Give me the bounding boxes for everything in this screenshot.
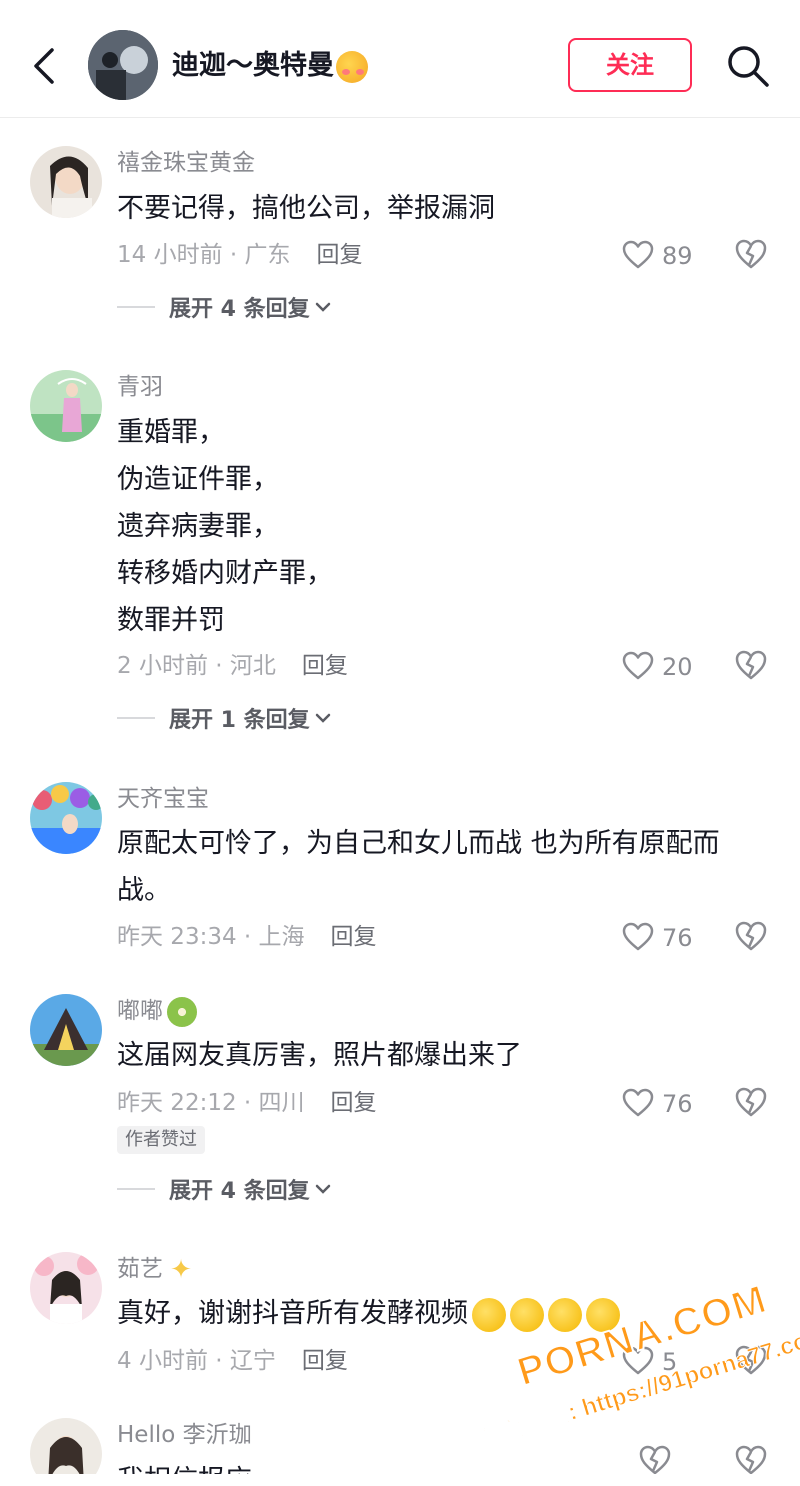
broken-heart-icon bbox=[639, 1445, 671, 1475]
heart-outline-icon bbox=[622, 1346, 654, 1375]
time-location: 14 小时前 · 广东 bbox=[117, 242, 291, 268]
time-location: 2 小时前 · 河北 bbox=[117, 653, 276, 679]
smiling-face-with-hearts-icon bbox=[336, 50, 368, 83]
bottom-edge bbox=[0, 1474, 800, 1486]
comment-text: 这届网友真厉害，照片都爆出来了 bbox=[117, 1040, 522, 1071]
sparkles-icon: ✦ bbox=[170, 1254, 192, 1285]
dislike-button[interactable] bbox=[734, 649, 770, 685]
comment-username[interactable]: 嘟嘟 bbox=[117, 996, 197, 1027]
author-avatar[interactable] bbox=[88, 30, 158, 100]
dislike-button[interactable] bbox=[734, 238, 770, 274]
broken-heart-icon bbox=[735, 1345, 767, 1375]
back-button[interactable] bbox=[28, 44, 62, 88]
kiwi-icon bbox=[167, 996, 197, 1027]
avatar[interactable] bbox=[30, 146, 102, 218]
expand-replies-button[interactable]: 展开 1 条回复 bbox=[117, 702, 332, 736]
comment-text: 遗弃病妻罪， bbox=[117, 511, 279, 542]
divider bbox=[117, 1188, 155, 1190]
reply-button[interactable]: 回复 bbox=[302, 1348, 348, 1374]
like-button[interactable]: 89 bbox=[622, 236, 702, 276]
dislike-button[interactable] bbox=[734, 920, 770, 956]
expand-label: 展开 1 条回复 bbox=[169, 708, 310, 733]
comment-text: 转移婚内财产罪， bbox=[117, 558, 333, 589]
chevron-down-icon bbox=[315, 1184, 330, 1194]
expand-replies-button[interactable]: 展开 4 条回复 bbox=[117, 291, 332, 325]
reply-button[interactable]: 回复 bbox=[331, 924, 377, 950]
clapping-hands-icon bbox=[472, 1297, 506, 1332]
search-icon bbox=[728, 46, 769, 87]
broken-heart-icon bbox=[735, 650, 767, 680]
comment-text: 不要记得，搞他公司，举报漏洞 bbox=[117, 193, 495, 224]
comment-text: 真好，谢谢抖音所有发酵视频 bbox=[117, 1291, 620, 1337]
clapping-hands-icon bbox=[510, 1297, 544, 1332]
broken-heart-icon bbox=[735, 239, 767, 269]
comment-meta: 昨天 22:12 · 四川 回复 bbox=[117, 1088, 377, 1118]
like-button[interactable]: 76 bbox=[622, 1084, 702, 1124]
comment-username[interactable]: 青羽 bbox=[117, 372, 163, 402]
time-location: 昨天 23:34 · 上海 bbox=[117, 924, 305, 950]
avatar[interactable] bbox=[30, 1252, 102, 1324]
time-location: 4 小时前 · 辽宁 bbox=[117, 1348, 276, 1374]
heart-outline-icon bbox=[622, 1088, 654, 1117]
chevron-down-icon bbox=[315, 302, 330, 312]
top-bar: 迪迦～奥特曼 关注 bbox=[0, 0, 800, 118]
heart-outline-icon bbox=[622, 651, 654, 680]
heart-outline-icon bbox=[622, 240, 654, 269]
like-count: 76 bbox=[662, 1090, 693, 1118]
like-count: 20 bbox=[662, 653, 693, 681]
divider bbox=[117, 717, 155, 719]
search-button[interactable] bbox=[724, 42, 772, 90]
comment-meta: 14 小时前 · 广东 回复 bbox=[117, 240, 363, 270]
comment-meta: 4 小时前 · 辽宁 回复 bbox=[117, 1346, 348, 1376]
reply-button[interactable]: 回复 bbox=[331, 1090, 377, 1116]
comment-username[interactable]: 禧金珠宝黄金 bbox=[117, 148, 255, 178]
expand-label: 展开 4 条回复 bbox=[169, 1179, 310, 1204]
comment-username[interactable]: Hello 李沂珈 bbox=[117, 1420, 252, 1450]
clapping-hands-icon bbox=[586, 1297, 620, 1332]
like-count: 5 bbox=[662, 1348, 678, 1376]
comment-text: 战。 bbox=[117, 875, 171, 906]
like-button[interactable]: 20 bbox=[622, 647, 702, 687]
reply-button[interactable]: 回复 bbox=[317, 242, 363, 268]
clapping-hands-icon bbox=[548, 1297, 582, 1332]
like-button[interactable]: 5 bbox=[622, 1342, 702, 1382]
avatar[interactable] bbox=[30, 782, 102, 854]
comment-text: 伪造证件罪， bbox=[117, 464, 279, 495]
author-name: 迪迦～奥特曼 bbox=[172, 44, 368, 88]
chevron-left-icon bbox=[34, 48, 54, 84]
broken-heart-icon bbox=[735, 921, 767, 951]
avatar[interactable] bbox=[30, 994, 102, 1066]
expand-replies-button[interactable]: 展开 4 条回复 bbox=[117, 1173, 332, 1207]
comment-text: 重婚罪， bbox=[117, 417, 225, 448]
like-count: 89 bbox=[662, 242, 693, 270]
chevron-down-icon bbox=[315, 713, 330, 723]
dislike-button[interactable] bbox=[734, 1086, 770, 1122]
comment-text: 数罪并罚 bbox=[117, 605, 225, 636]
comment-text: 原配太可怜了，为自己和女儿而战 也为所有原配而 bbox=[117, 828, 720, 859]
comment-username[interactable]: 天齐宝宝 bbox=[117, 784, 209, 814]
dislike-button[interactable] bbox=[734, 1344, 770, 1380]
divider bbox=[117, 306, 155, 308]
broken-heart-icon bbox=[735, 1087, 767, 1117]
like-count: 76 bbox=[662, 924, 693, 952]
like-button[interactable]: 76 bbox=[622, 918, 702, 958]
author-liked-badge: 作者赞过 bbox=[117, 1126, 205, 1154]
expand-label: 展开 4 条回复 bbox=[169, 297, 310, 322]
reply-button[interactable]: 回复 bbox=[302, 653, 348, 679]
follow-button[interactable]: 关注 bbox=[568, 38, 692, 92]
heart-outline-icon bbox=[622, 922, 654, 951]
time-location: 昨天 22:12 · 四川 bbox=[117, 1090, 305, 1116]
comment-username[interactable]: 茹艺 ✦ bbox=[117, 1254, 195, 1285]
comment-meta: 昨天 23:34 · 上海 回复 bbox=[117, 922, 377, 952]
broken-heart-icon bbox=[735, 1445, 767, 1475]
avatar[interactable] bbox=[30, 370, 102, 442]
comment-meta: 2 小时前 · 河北 回复 bbox=[117, 651, 348, 681]
